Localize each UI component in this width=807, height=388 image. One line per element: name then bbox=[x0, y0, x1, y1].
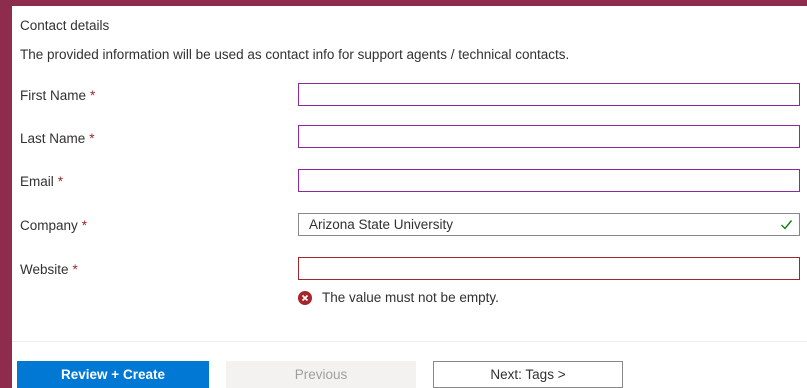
first-name-label-text: First Name bbox=[20, 88, 87, 103]
company-label: Company * bbox=[20, 218, 87, 233]
next-tags-button[interactable]: Next: Tags > bbox=[433, 361, 623, 388]
review-create-button[interactable]: Review + Create bbox=[17, 361, 209, 388]
website-error-message: The value must not be empty. bbox=[298, 290, 499, 305]
required-marker: * bbox=[72, 262, 78, 277]
email-label: Email * bbox=[20, 174, 63, 189]
section-title: Contact details bbox=[20, 18, 110, 33]
website-label: Website * bbox=[20, 262, 78, 277]
company-label-text: Company bbox=[20, 218, 78, 233]
first-name-input[interactable] bbox=[298, 83, 800, 106]
required-marker: * bbox=[57, 174, 64, 189]
email-label-text: Email bbox=[20, 174, 54, 189]
company-input-value: Arizona State University bbox=[309, 217, 454, 232]
checkmark-icon bbox=[781, 220, 793, 230]
previous-button[interactable]: Previous bbox=[226, 361, 416, 388]
footer-divider bbox=[12, 341, 807, 342]
website-label-text: Website bbox=[20, 262, 69, 277]
company-input[interactable]: Arizona State University bbox=[298, 213, 800, 236]
last-name-input[interactable] bbox=[298, 125, 800, 148]
required-marker: * bbox=[90, 88, 96, 103]
required-marker: * bbox=[81, 218, 88, 233]
last-name-label-text: Last Name bbox=[20, 131, 86, 146]
email-input[interactable] bbox=[298, 169, 800, 192]
website-input[interactable] bbox=[298, 257, 800, 280]
error-icon bbox=[298, 290, 312, 305]
last-name-label: Last Name * bbox=[20, 131, 95, 146]
contact-details-panel: Contact details The provided information… bbox=[12, 6, 807, 388]
error-text: The value must not be empty. bbox=[322, 290, 499, 305]
first-name-label: First Name * bbox=[20, 88, 95, 103]
required-marker: * bbox=[89, 131, 95, 146]
section-description: The provided information will be used as… bbox=[20, 47, 570, 62]
